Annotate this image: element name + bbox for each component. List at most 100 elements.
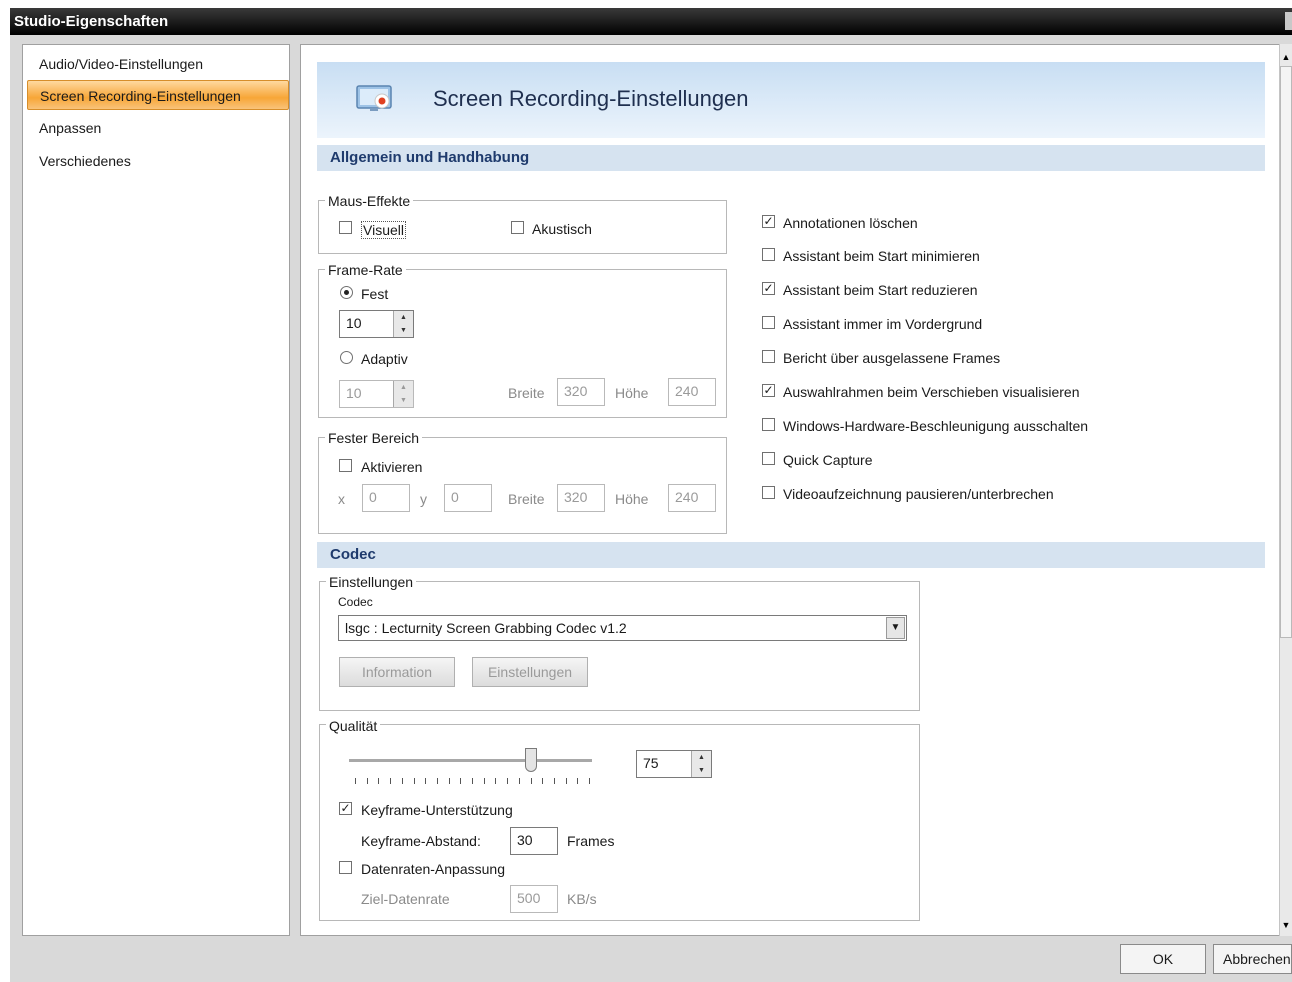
option-label-quick-capture: Quick Capture xyxy=(783,452,873,468)
option-label-reduce-assistant: Assistant beim Start reduzieren xyxy=(783,282,978,298)
nav-item-misc[interactable]: Verschiedenes xyxy=(27,146,289,176)
y-value: 0 xyxy=(451,489,459,505)
adaptive-height-label: Höhe xyxy=(615,385,649,401)
window-title: Studio-Eigenschaften xyxy=(14,13,169,30)
ok-button[interactable]: OK xyxy=(1120,944,1206,974)
option-label-disable-hw-accel: Windows-Hardware-Beschleunigung ausschal… xyxy=(783,418,1089,434)
quality-slider-track[interactable] xyxy=(349,759,592,763)
frame-rate-legend: Frame-Rate xyxy=(325,262,406,278)
page-title: Screen Recording-Einstellungen xyxy=(433,86,749,111)
slider-tick xyxy=(413,778,415,784)
option-checkbox-dropped-frames-report[interactable] xyxy=(762,350,775,363)
area-height-label: Höhe xyxy=(615,491,649,507)
codec-select-value: lsgc : Lecturnity Screen Grabbing Codec … xyxy=(345,620,627,636)
datarate-label: Datenraten-Anpassung xyxy=(361,861,505,877)
slider-tick xyxy=(390,778,392,784)
option-checkbox-visualize-selection[interactable]: ✓ xyxy=(762,384,775,397)
option-checkbox-pause-recording[interactable] xyxy=(762,486,775,499)
acoustic-checkbox[interactable] xyxy=(511,221,524,234)
adaptive-height-input[interactable]: 240 xyxy=(668,378,716,406)
nav-item-customize[interactable]: Anpassen xyxy=(27,113,289,143)
option-checkbox-delete-annotations[interactable]: ✓ xyxy=(762,215,775,228)
chevron-down-icon[interactable]: ▼ xyxy=(886,617,905,639)
slider-tick xyxy=(401,778,403,784)
scroll-down-icon[interactable]: ▼ xyxy=(1280,916,1292,934)
quality-legend: Qualität xyxy=(326,718,381,734)
x-input[interactable]: 0 xyxy=(362,484,410,512)
adaptive-width-input[interactable]: 320 xyxy=(557,378,605,406)
scroll-up-icon[interactable]: ▲ xyxy=(1280,48,1292,66)
slider-tick xyxy=(530,778,532,784)
area-width-label: Breite xyxy=(508,491,545,507)
adaptive-height-value: 240 xyxy=(675,383,699,399)
screen-record-icon xyxy=(356,84,396,114)
slider-tick xyxy=(448,778,450,784)
codec-information-button[interactable]: Information xyxy=(339,657,455,687)
adaptive-fps-value: 10 xyxy=(346,385,362,401)
keyframe-checkbox[interactable]: ✓ xyxy=(339,802,352,815)
fixed-radio-dot xyxy=(344,290,349,295)
option-checkbox-disable-hw-accel[interactable] xyxy=(762,418,775,431)
option-label-dropped-frames-report: Bericht über ausgelassene Frames xyxy=(783,350,1001,366)
cancel-button[interactable]: Abbrechen xyxy=(1213,944,1292,974)
visual-label: Visuell xyxy=(361,221,406,239)
adaptive-label: Adaptiv xyxy=(361,351,408,367)
slider-tick xyxy=(355,778,356,784)
activate-area-checkbox[interactable] xyxy=(339,459,352,472)
nav-item-audio-video[interactable]: Audio/Video-Einstellungen xyxy=(27,49,289,79)
area-width-value: 320 xyxy=(564,489,588,505)
slider-tick xyxy=(542,778,544,784)
adaptive-radio[interactable] xyxy=(340,351,353,364)
x-value: 0 xyxy=(369,489,377,505)
area-width-input[interactable]: 320 xyxy=(557,484,605,512)
slider-tick xyxy=(483,778,485,784)
frames-unit: Frames xyxy=(567,833,615,849)
section-header-codec: Codec xyxy=(317,542,1265,568)
slider-tick xyxy=(577,778,579,784)
codec-settings-button[interactable]: Einstellungen xyxy=(472,657,588,687)
option-checkbox-quick-capture[interactable] xyxy=(762,452,775,465)
slider-tick xyxy=(436,778,438,784)
option-checkbox-assistant-foreground[interactable] xyxy=(762,316,775,329)
keyframe-distance-input[interactable]: 30 xyxy=(510,827,558,855)
option-label-delete-annotations: Annotationen löschen xyxy=(783,215,918,231)
codec-label: Codec xyxy=(338,595,373,609)
codec-select[interactable]: lsgc : Lecturnity Screen Grabbing Codec … xyxy=(338,615,907,641)
fixed-fps-value: 10 xyxy=(346,315,362,331)
keyframe-distance-value: 30 xyxy=(517,832,533,848)
mouse-effects-legend: Maus-Effekte xyxy=(325,193,414,209)
keyframe-label: Keyframe-Unterstützung xyxy=(361,802,513,818)
adaptive-width-value: 320 xyxy=(564,383,588,399)
nav-item-screen-recording[interactable]: Screen Recording-Einstellungen xyxy=(27,80,289,110)
scrollbar-thumb[interactable] xyxy=(1280,66,1292,638)
slider-tick xyxy=(378,778,380,784)
target-rate-input[interactable]: 500 xyxy=(510,885,558,913)
activate-area-label: Aktivieren xyxy=(361,459,423,475)
fixed-fps-stepper[interactable]: ▲ ▼ xyxy=(393,311,413,337)
visual-checkbox[interactable] xyxy=(339,221,352,234)
window-title-bar: Studio-Eigenschaften xyxy=(10,8,1292,35)
option-label-minimize-assistant: Assistant beim Start minimieren xyxy=(783,248,980,264)
fixed-radio[interactable] xyxy=(340,286,353,299)
slider-tick xyxy=(495,778,497,784)
quality-slider-thumb[interactable] xyxy=(525,748,538,772)
keyframe-distance-label: Keyframe-Abstand: xyxy=(361,833,481,849)
option-checkbox-reduce-assistant[interactable]: ✓ xyxy=(762,282,775,295)
datarate-checkbox[interactable] xyxy=(339,861,352,874)
acoustic-label: Akustisch xyxy=(532,221,592,237)
adaptive-fps-stepper[interactable]: ▲ ▼ xyxy=(393,381,413,407)
quality-stepper[interactable]: ▲ ▼ xyxy=(691,751,711,777)
y-input[interactable]: 0 xyxy=(444,484,492,512)
window-close-button[interactable] xyxy=(1285,12,1292,30)
fixed-area-legend: Fester Bereich xyxy=(325,430,423,446)
option-label-visualize-selection: Auswahlrahmen beim Verschieben visualisi… xyxy=(783,384,1080,400)
slider-tick xyxy=(425,778,427,784)
y-label: y xyxy=(420,491,427,507)
option-checkbox-minimize-assistant[interactable] xyxy=(762,248,775,261)
slider-tick xyxy=(507,778,509,784)
area-height-input[interactable]: 240 xyxy=(668,484,716,512)
option-label-assistant-foreground: Assistant immer im Vordergrund xyxy=(783,316,983,332)
adaptive-width-label: Breite xyxy=(508,385,545,401)
slider-tick xyxy=(553,778,555,784)
quality-value: 75 xyxy=(643,755,659,771)
